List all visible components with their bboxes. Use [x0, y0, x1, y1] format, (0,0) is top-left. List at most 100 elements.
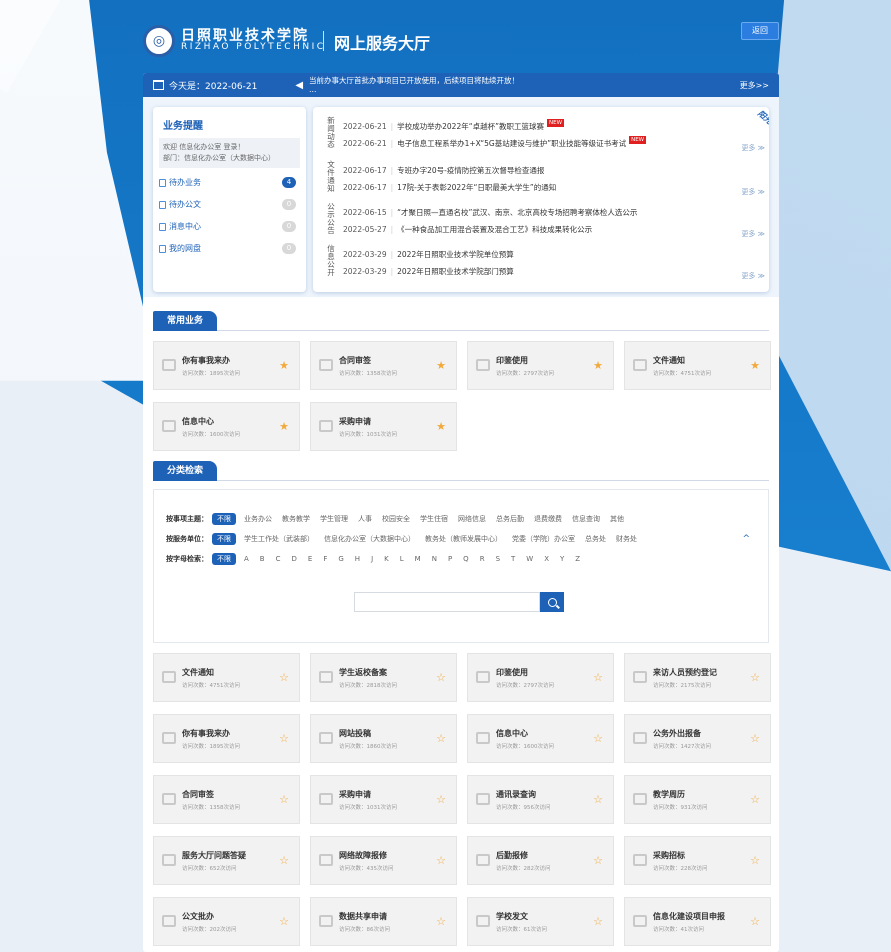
filter-all-pill[interactable]: 不限 [212, 553, 236, 565]
star-filled-icon[interactable]: ★ [279, 360, 289, 371]
service-card[interactable]: 学校发文 访问次数：61次访问 ☆ [467, 897, 614, 946]
filter-option[interactable]: 网络信息 [458, 515, 486, 523]
news-row[interactable]: 2022-06-21 | 学校成功举办2022年“卓越杯”教职工篮球赛 NEW [343, 119, 565, 135]
star-outline-icon[interactable]: ☆ [750, 916, 760, 927]
news-title[interactable]: 17院-关于表彰2022年“日职最美大学生”的通知 [397, 183, 556, 192]
filter-option[interactable]: 总务处 [585, 535, 606, 543]
news-row[interactable]: 2022-06-17 | 17院-关于表彰2022年“日职最美大学生”的通知 [343, 180, 556, 196]
filter-option[interactable]: Q [463, 555, 469, 563]
news-row[interactable]: 2022-03-29 | 2022年日照职业技术学院部门预算 [343, 264, 514, 280]
filter-option[interactable]: K [384, 555, 389, 563]
service-card[interactable]: 印鉴使用 访问次数：2797次访问 ★ [467, 341, 614, 390]
service-card[interactable]: 教学周历 访问次数：931次访问 ☆ [624, 775, 771, 824]
news-title[interactable]: 2022年日照职业技术学院部门预算 [397, 267, 514, 276]
filter-option[interactable]: B [260, 555, 265, 563]
filter-option[interactable]: 学生管理 [320, 515, 348, 523]
service-card[interactable]: 学生返校备案 访问次数：2818次访问 ☆ [310, 653, 457, 702]
service-card[interactable]: 信息中心 访问次数：1600次访问 ☆ [467, 714, 614, 763]
star-outline-icon[interactable]: ☆ [593, 733, 603, 744]
service-card[interactable]: 文件通知 访问次数：4751次访问 ★ [624, 341, 771, 390]
filter-option[interactable]: 其他 [610, 515, 624, 523]
news-title[interactable]: 2022年日照职业技术学院单位预算 [397, 250, 514, 259]
service-card[interactable]: 后勤报修 访问次数：282次访问 ☆ [467, 836, 614, 885]
filter-option[interactable]: S [496, 555, 500, 563]
filter-option[interactable]: 学生工作处（武装部） [244, 535, 314, 543]
star-outline-icon[interactable]: ☆ [436, 916, 446, 927]
service-card[interactable]: 你有事我来办 访问次数：1895次访问 ☆ [153, 714, 300, 763]
filter-all-pill[interactable]: 不限 [212, 533, 236, 545]
service-card[interactable]: 网络故障报修 访问次数：435次访问 ☆ [310, 836, 457, 885]
filter-option[interactable]: 信息化办公室（大数据中心） [324, 535, 415, 543]
filter-option[interactable]: P [448, 555, 452, 563]
filter-option[interactable]: 学生住宿 [420, 515, 448, 523]
news-title[interactable]: 《一种食品加工用混合装置及混合工艺》科技成果转化公示 [397, 225, 592, 234]
star-outline-icon[interactable]: ☆ [436, 794, 446, 805]
star-outline-icon[interactable]: ☆ [279, 672, 289, 683]
star-outline-icon[interactable]: ☆ [750, 733, 760, 744]
news-title[interactable]: 电子信息工程系举办1+X“5G基站建设与维护”职业技能等级证书考试 [397, 139, 626, 148]
filter-option[interactable]: 人事 [358, 515, 372, 523]
filter-option[interactable]: G [338, 555, 343, 563]
star-outline-icon[interactable]: ☆ [279, 855, 289, 866]
star-outline-icon[interactable]: ☆ [436, 855, 446, 866]
filter-option[interactable]: 党委（学院）办公室 [512, 535, 575, 543]
search-button[interactable] [540, 592, 564, 612]
news-row[interactable]: 2022-05-27 | 《一种食品加工用混合装置及混合工艺》科技成果转化公示 [343, 222, 592, 238]
filter-option[interactable]: E [308, 555, 312, 563]
filter-option[interactable]: T [511, 555, 515, 563]
filter-all-pill[interactable]: 不限 [212, 513, 236, 525]
star-outline-icon[interactable]: ☆ [750, 855, 760, 866]
star-outline-icon[interactable]: ☆ [593, 916, 603, 927]
service-card[interactable]: 合同审签 访问次数：1358次访问 ☆ [153, 775, 300, 824]
news-row[interactable]: 2022-03-29 | 2022年日照职业技术学院单位预算 [343, 247, 514, 263]
filter-option[interactable]: D [292, 555, 297, 563]
service-card[interactable]: 采购申请 访问次数：1031次访问 ★ [310, 402, 457, 451]
filter-option[interactable]: 校园安全 [382, 515, 410, 523]
star-outline-icon[interactable]: ☆ [593, 855, 603, 866]
filter-option[interactable]: Y [560, 555, 564, 563]
filter-option[interactable]: 教务处（教师发展中心） [425, 535, 502, 543]
star-outline-icon[interactable]: ☆ [750, 794, 760, 805]
filter-option[interactable]: Z [575, 555, 580, 563]
news-row[interactable]: 2022-06-15 | “才聚日照—直通名校”武汉、南京、北京高校专场招聘考察体检… [343, 205, 637, 221]
service-card[interactable]: 网站投稿 访问次数：1860次访问 ☆ [310, 714, 457, 763]
filter-option[interactable]: A [244, 555, 249, 563]
service-card[interactable]: 数据共享申请 访问次数：86次访问 ☆ [310, 897, 457, 946]
star-outline-icon[interactable]: ☆ [279, 733, 289, 744]
star-filled-icon[interactable]: ★ [279, 421, 289, 432]
service-card[interactable]: 文件通知 访问次数：4751次访问 ☆ [153, 653, 300, 702]
filter-option[interactable]: R [480, 555, 485, 563]
star-outline-icon[interactable]: ☆ [279, 794, 289, 805]
news-row[interactable]: 2022-06-21 | 电子信息工程系举办1+X“5G基站建设与维护”职业技能等级… [343, 136, 647, 152]
star-filled-icon[interactable]: ★ [436, 360, 446, 371]
filter-option[interactable]: 信息查询 [572, 515, 600, 523]
star-filled-icon[interactable]: ★ [593, 360, 603, 371]
reminder-item[interactable]: 待办业务 4 [153, 172, 306, 194]
reminder-item[interactable]: 我的网盘 0 [153, 238, 306, 260]
search-input[interactable] [354, 592, 540, 612]
news-more-link[interactable]: 更多 ≫ [741, 271, 765, 281]
reminder-item[interactable]: 待办公文 0 [153, 194, 306, 216]
service-card[interactable]: 信息中心 访问次数：1600次访问 ★ [153, 402, 300, 451]
star-filled-icon[interactable]: ★ [436, 421, 446, 432]
filter-option[interactable]: N [432, 555, 437, 563]
star-outline-icon[interactable]: ☆ [436, 733, 446, 744]
filter-option[interactable]: F [323, 555, 327, 563]
service-card[interactable]: 采购招标 访问次数：228次访问 ☆ [624, 836, 771, 885]
news-title[interactable]: 学校成功举办2022年“卓越杯”教职工篮球赛 [397, 122, 544, 131]
filter-option[interactable]: J [371, 555, 373, 563]
service-card[interactable]: 服务大厅问题答疑 访问次数：652次访问 ☆ [153, 836, 300, 885]
filter-option[interactable]: X [544, 555, 549, 563]
news-title[interactable]: “才聚日照—直通名校”武汉、南京、北京高校专场招聘考察体检人选公示 [397, 208, 637, 217]
reminder-item[interactable]: 消息中心 0 [153, 216, 306, 238]
filter-option[interactable]: 教务教学 [282, 515, 310, 523]
filter-option[interactable]: L [400, 555, 404, 563]
service-card[interactable]: 印鉴使用 访问次数：2797次访问 ☆ [467, 653, 614, 702]
news-title[interactable]: 专班办字20号-疫情防控第五次督导检查通报 [397, 166, 544, 175]
star-outline-icon[interactable]: ☆ [593, 794, 603, 805]
news-more-link[interactable]: 更多 ≫ [741, 143, 765, 153]
service-card[interactable]: 公务外出报备 访问次数：1427次访问 ☆ [624, 714, 771, 763]
star-outline-icon[interactable]: ☆ [750, 672, 760, 683]
news-row[interactable]: 2022-06-17 | 专班办字20号-疫情防控第五次督导检查通报 [343, 163, 544, 179]
star-outline-icon[interactable]: ☆ [279, 916, 289, 927]
